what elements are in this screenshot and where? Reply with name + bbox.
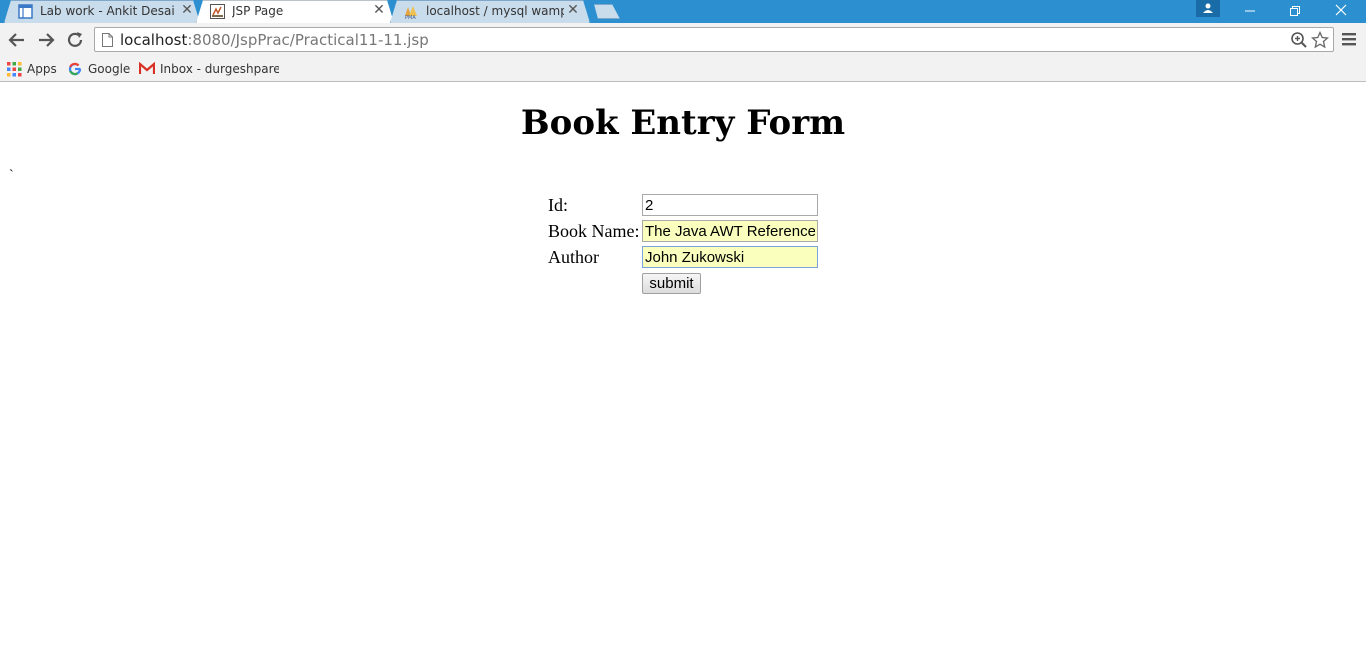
- author-input[interactable]: [642, 246, 818, 268]
- minimize-button[interactable]: [1236, 0, 1264, 22]
- menu-icon[interactable]: [1340, 31, 1358, 47]
- bookmarks-bar: Apps Google Inbox - durgeshparek: [0, 56, 1366, 82]
- book-name-label: Book Name:: [548, 221, 640, 241]
- url-path: :8080/JspPrac/Practical11-11.jsp: [187, 31, 429, 49]
- forward-icon[interactable]: [35, 29, 57, 51]
- back-icon[interactable]: [6, 29, 28, 51]
- page-title: Book Entry Form: [520, 103, 846, 143]
- close-window-button[interactable]: [1327, 0, 1355, 22]
- google-icon: [68, 62, 82, 76]
- tab-strip: Lab work - Ankit Desai ✕ JSP Page ✕ PMA …: [0, 0, 1366, 23]
- tab-phpmyadmin[interactable]: PMA localhost / mysql wampse ✕: [390, 0, 590, 23]
- gmail-icon: [139, 62, 155, 74]
- close-icon[interactable]: ✕: [566, 3, 580, 17]
- reload-icon[interactable]: [64, 29, 86, 51]
- bookmark-inbox[interactable]: Inbox - durgeshparek: [139, 60, 279, 78]
- page-icon: [102, 33, 113, 47]
- browser-toolbar: localhost:8080/JspPrac/Practical11-11.js…: [0, 23, 1366, 56]
- tab-title: localhost / mysql wampse: [426, 4, 564, 18]
- author-label: Author: [548, 247, 599, 267]
- bookmark-apps[interactable]: Apps: [7, 60, 62, 78]
- address-url: localhost:8080/JspPrac/Practical11-11.js…: [120, 31, 429, 49]
- jsp-icon: [210, 4, 225, 19]
- stray-text: `: [9, 168, 14, 183]
- apps-grid-icon: [7, 62, 22, 77]
- bookmark-label: Apps: [27, 62, 57, 76]
- close-icon[interactable]: ✕: [180, 3, 194, 17]
- zoom-icon[interactable]: [1290, 31, 1308, 49]
- page-content: Book Entry Form ` Id: Book Name: Author …: [0, 83, 1366, 648]
- phpmyadmin-icon: PMA: [405, 6, 417, 19]
- bookmark-google[interactable]: Google: [68, 60, 133, 78]
- svg-text:PMA: PMA: [405, 15, 416, 19]
- id-input[interactable]: [642, 194, 818, 216]
- close-icon: [1335, 4, 1347, 16]
- new-tab-button[interactable]: [590, 4, 620, 19]
- tab-jsp-page[interactable]: JSP Page ✕: [196, 0, 394, 23]
- profile-button[interactable]: [1196, 0, 1220, 17]
- doc-icon: [18, 4, 33, 19]
- restore-button[interactable]: [1281, 0, 1309, 22]
- address-bar[interactable]: localhost:8080/JspPrac/Practical11-11.js…: [94, 27, 1334, 52]
- url-host: localhost: [120, 31, 188, 49]
- book-name-input[interactable]: [642, 220, 818, 242]
- close-icon[interactable]: ✕: [372, 3, 386, 17]
- tab-title: JSP Page: [232, 4, 284, 18]
- person-icon: [1203, 3, 1213, 13]
- bookmark-label: Google: [88, 62, 131, 76]
- tab-title: Lab work - Ankit Desai: [40, 4, 175, 18]
- submit-button[interactable]: submit: [642, 273, 701, 294]
- restore-icon: [1290, 6, 1300, 16]
- bookmark-star-icon[interactable]: [1311, 31, 1329, 49]
- minimize-icon: [1245, 10, 1255, 12]
- id-label: Id:: [548, 195, 568, 215]
- bookmark-label: Inbox - durgeshparek: [160, 62, 279, 76]
- tab-lab-work[interactable]: Lab work - Ankit Desai ✕: [4, 0, 200, 23]
